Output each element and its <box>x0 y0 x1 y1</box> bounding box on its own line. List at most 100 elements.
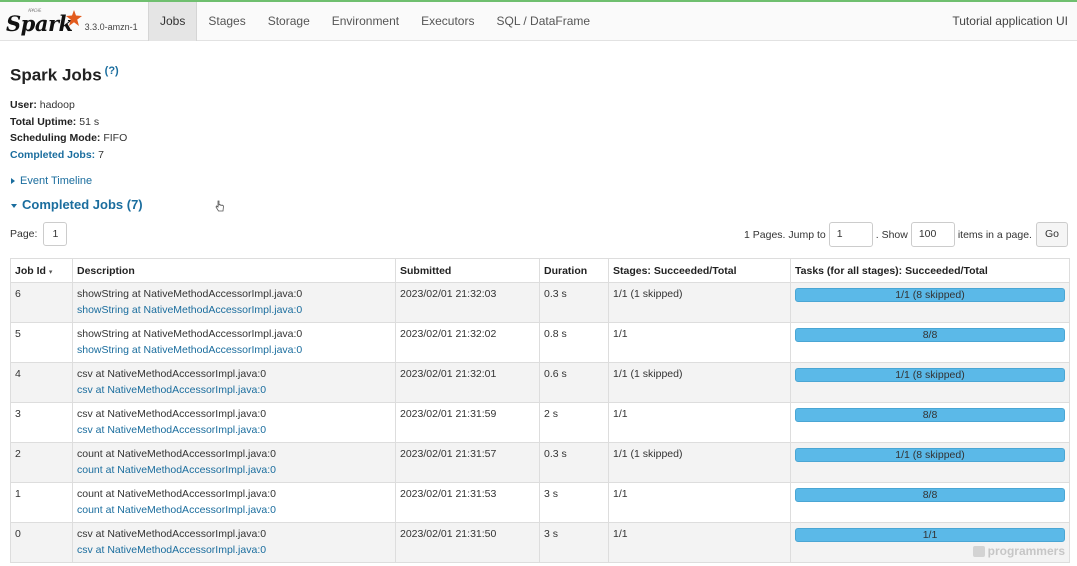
help-link[interactable]: (?) <box>105 65 119 77</box>
description-cell: showString at NativeMethodAccessorImpl.j… <box>72 282 396 323</box>
page-title: Spark Jobs (?) <box>10 65 119 86</box>
description-link[interactable]: csv at NativeMethodAccessorImpl.java:0 <box>77 544 391 556</box>
uptime-label: Total Uptime: <box>10 115 77 128</box>
page-size-input[interactable]: 100 <box>910 222 955 247</box>
description-text: csv at NativeMethodAccessorImpl.java:0 <box>77 528 267 540</box>
completed-jobs-header-label: Completed Jobs (7) <box>22 197 143 212</box>
completed-value: 7 <box>98 148 104 161</box>
description-link[interactable]: csv at NativeMethodAccessorImpl.java:0 <box>77 424 391 436</box>
completed-jobs-toggle[interactable]: Completed Jobs (7) <box>11 197 143 212</box>
description-link[interactable]: count at NativeMethodAccessorImpl.java:0 <box>77 464 391 476</box>
tasks-cell: 1/1 (8 skipped) <box>790 282 1070 323</box>
summary-scheduling: Scheduling Mode: FIFO <box>10 130 127 147</box>
brand[interactable]: APACHE Spark 3.3.0-amzn-1 <box>6 4 138 40</box>
col-header-duration[interactable]: Duration <box>539 258 609 283</box>
job-id-cell: 2 <box>10 442 73 483</box>
duration-cell: 0.3 s <box>539 442 609 483</box>
description-text: count at NativeMethodAccessorImpl.java:0 <box>77 448 277 460</box>
tasks-progress-bar: 1/1 (8 skipped) <box>795 368 1065 382</box>
show-text: . Show <box>875 228 908 241</box>
tab-executors[interactable]: Executors <box>410 2 485 41</box>
tab-environment[interactable]: Environment <box>321 2 410 41</box>
job-id-cell: 1 <box>10 482 73 523</box>
completed-jobs-link[interactable]: Completed Jobs: <box>10 149 95 161</box>
pager-top-left: Page: 1 <box>10 222 68 246</box>
mouse-cursor-icon <box>215 200 224 212</box>
duration-cell: 0.8 s <box>539 322 609 363</box>
user-label: User: <box>10 99 37 111</box>
col-header-job-id-label: Job Id <box>15 264 46 277</box>
table-row: 1 count at NativeMethodAccessorImpl.java… <box>10 482 1070 523</box>
description-text: csv at NativeMethodAccessorImpl.java:0 <box>77 408 267 420</box>
tab-jobs[interactable]: Jobs <box>148 2 198 41</box>
nav-tabs: Jobs Stages Storage Environment Executor… <box>148 2 601 41</box>
col-header-stages[interactable]: Stages: Succeeded/Total <box>608 258 791 283</box>
spark-version: 3.3.0-amzn-1 <box>84 22 138 32</box>
spark-logo[interactable]: APACHE Spark <box>6 9 82 40</box>
page-number-link[interactable]: 1 <box>43 222 68 246</box>
submitted-cell: 2023/02/01 21:32:01 <box>395 362 540 403</box>
duration-cell: 3 s <box>539 482 609 523</box>
description-cell: csv at NativeMethodAccessorImpl.java:0 cs… <box>72 522 396 563</box>
page-title-text: Spark Jobs <box>10 65 102 85</box>
jump-to-page-input[interactable]: 1 <box>828 222 873 247</box>
caret-down-icon <box>11 203 17 208</box>
description-link[interactable]: count at NativeMethodAccessorImpl.java:0 <box>77 504 391 516</box>
submitted-cell: 2023/02/01 21:31:59 <box>395 402 540 443</box>
stages-cell: 1/1 <box>608 402 791 443</box>
tasks-progress-bar: 8/8 <box>795 328 1065 342</box>
tasks-cell: 1/1 (8 skipped) <box>790 442 1070 483</box>
table-row: 4 csv at NativeMethodAccessorImpl.java:0… <box>10 362 1070 403</box>
job-id-cell: 6 <box>10 282 73 323</box>
job-summary: User: hadoop Total Uptime: 51 s Scheduli… <box>10 97 127 163</box>
tab-storage[interactable]: Storage <box>257 2 321 41</box>
event-timeline-label: Event Timeline <box>20 175 93 187</box>
col-header-job-id[interactable]: Job Id ▾ <box>10 258 73 283</box>
description-link[interactable]: showString at NativeMethodAccessorImpl.j… <box>77 344 391 356</box>
stages-cell: 1/1 (1 skipped) <box>608 362 791 403</box>
job-id-cell: 0 <box>10 522 73 563</box>
description-link[interactable]: showString at NativeMethodAccessorImpl.j… <box>77 304 391 316</box>
duration-cell: 3 s <box>539 522 609 563</box>
spark-star-icon <box>65 10 82 26</box>
caret-right-icon <box>11 178 15 185</box>
watermark-text: programmers <box>987 544 1065 558</box>
tab-stages[interactable]: Stages <box>197 2 256 41</box>
scheduling-value: FIFO <box>103 132 128 144</box>
description-link[interactable]: csv at NativeMethodAccessorImpl.java:0 <box>77 384 391 396</box>
event-timeline-toggle[interactable]: Event Timeline <box>11 175 92 187</box>
uptime-value: 51 s <box>79 115 100 128</box>
table-row: 0 csv at NativeMethodAccessorImpl.java:0… <box>10 522 1070 563</box>
submitted-cell: 2023/02/01 21:32:02 <box>395 322 540 363</box>
tasks-progress-bar: 8/8 <box>795 408 1065 422</box>
table-header-row: Job Id ▾ Description Submitted Duration S… <box>10 258 1070 283</box>
stages-cell: 1/1 (1 skipped) <box>608 442 791 483</box>
items-text: items in a page. <box>957 228 1032 241</box>
table-row: 6 showString at NativeMethodAccessorImpl… <box>10 282 1070 323</box>
apache-label: APACHE <box>28 8 41 13</box>
pager-top-right: 1 Pages. Jump to 1 . Show 100 items in a… <box>744 222 1068 247</box>
summary-completed: Completed Jobs: 7 <box>10 147 127 164</box>
tasks-cell: 1/1 (8 skipped) <box>790 362 1070 403</box>
submitted-cell: 2023/02/01 21:31:57 <box>395 442 540 483</box>
submitted-cell: 2023/02/01 21:32:03 <box>395 282 540 323</box>
col-header-submitted[interactable]: Submitted <box>395 258 540 283</box>
job-id-cell: 5 <box>10 322 73 363</box>
tab-sql-dataframe[interactable]: SQL / DataFrame <box>485 2 601 41</box>
col-header-tasks[interactable]: Tasks (for all stages): Succeeded/Total <box>790 258 1070 283</box>
stages-cell: 1/1 (1 skipped) <box>608 282 791 323</box>
stages-cell: 1/1 <box>608 522 791 563</box>
submitted-cell: 2023/02/01 21:31:50 <box>395 522 540 563</box>
tasks-progress-bar: 1/1 <box>795 528 1065 542</box>
duration-cell: 2 s <box>539 402 609 443</box>
go-button[interactable]: Go <box>1035 222 1068 247</box>
duration-cell: 0.6 s <box>539 362 609 403</box>
description-cell: count at NativeMethodAccessorImpl.java:0… <box>72 442 396 483</box>
stages-cell: 1/1 <box>608 482 791 523</box>
watermark: programmers <box>972 544 1065 558</box>
scheduling-label: Scheduling Mode: <box>10 132 101 144</box>
app-name: Tutorial application UI <box>952 14 1068 28</box>
tasks-progress-bar: 1/1 (8 skipped) <box>795 288 1065 302</box>
col-header-description[interactable]: Description <box>72 258 396 283</box>
job-id-cell: 4 <box>10 362 73 403</box>
